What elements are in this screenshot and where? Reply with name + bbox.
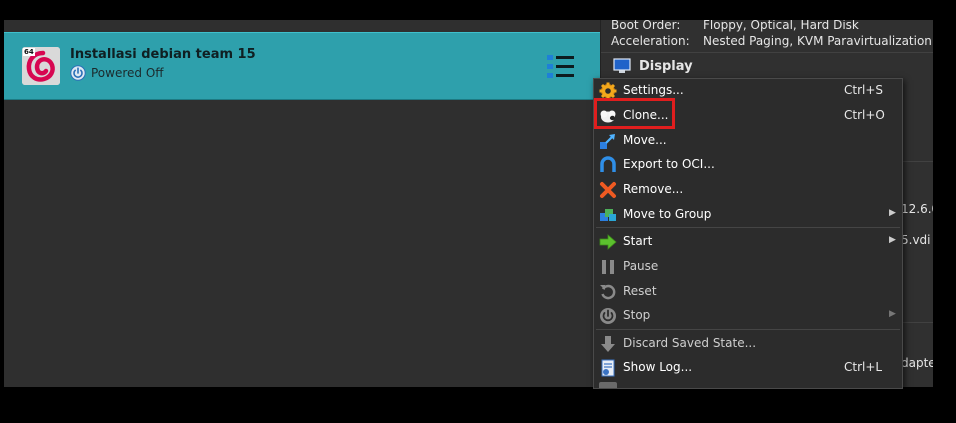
display-section-title[interactable]: Display: [639, 59, 693, 74]
menu-item-show-log[interactable]: Show Log... Ctrl+L: [594, 356, 902, 380]
submenu-arrow-icon: ▶: [889, 235, 896, 245]
pause-icon: [602, 260, 614, 274]
menu-item-label: Export to OCI...: [623, 157, 715, 171]
menu-item-label: Pause: [623, 259, 659, 273]
reset-icon: [600, 284, 616, 300]
menu-item-label: Move to Group: [623, 207, 712, 221]
vm-status-text: Powered Off: [91, 66, 164, 80]
menu-separator: [596, 329, 900, 330]
menu-item-shortcut: Ctrl+O: [844, 108, 885, 122]
menu-item-stop[interactable]: Stop ▶: [594, 304, 902, 328]
menu-item-reset[interactable]: Reset: [594, 280, 902, 304]
annotation-highlight-box: [594, 98, 675, 129]
menu-item-label: Reset: [623, 284, 657, 298]
submenu-arrow-icon: ▶: [889, 309, 896, 319]
acceleration-value: Nested Paging, KVM Paravirtualization: [703, 34, 932, 48]
vm-list-item[interactable]: 64 Installasi debian team 15 Powered Off: [4, 32, 600, 100]
partial-detail-text: dapte: [901, 356, 933, 370]
debian-os-icon: 64: [22, 47, 60, 85]
log-document-icon: [601, 359, 615, 377]
export-cloud-icon: [600, 156, 616, 172]
group-icon: [600, 209, 616, 221]
boot-order-label: Boot Order:: [611, 20, 681, 32]
partial-detail-text: 5.vdi: [901, 233, 931, 247]
vm-tools-menu-button[interactable]: [545, 53, 577, 81]
menu-item-shortcut: Ctrl+S: [844, 83, 884, 97]
menu-item-discard-saved-state[interactable]: Discard Saved State...: [594, 332, 902, 356]
vm-name: Installasi debian team 15: [70, 47, 256, 62]
menu-item-label: Stop: [623, 308, 651, 322]
menu-item-remove[interactable]: Remove...: [594, 178, 902, 202]
stop-power-icon: [600, 308, 616, 324]
menu-item-move[interactable]: Move...: [594, 129, 902, 153]
menu-item-export-oci[interactable]: Export to OCI...: [594, 153, 902, 177]
section-divider: [601, 52, 933, 53]
boot-order-value: Floppy, Optical, Hard Disk: [703, 20, 859, 32]
menu-item-label: Move...: [623, 133, 667, 147]
move-arrow-icon: [600, 134, 615, 149]
menu-item-label: Show Log...: [623, 360, 693, 374]
os-bitness-badge: 64: [23, 48, 35, 56]
menu-item-label: Remove...: [623, 182, 684, 196]
vm-list-pane: 64 Installasi debian team 15 Powered Off: [4, 20, 600, 387]
menu-item-shortcut: Ctrl+L: [844, 360, 883, 374]
submenu-arrow-icon: ▶: [889, 208, 896, 218]
start-arrow-icon: [599, 234, 617, 250]
menu-item-pause[interactable]: Pause: [594, 255, 902, 279]
truncated-menu-item-icon: [599, 382, 617, 388]
acceleration-label: Acceleration:: [611, 34, 690, 48]
menu-item-move-to-group[interactable]: Move to Group ▶: [594, 203, 902, 227]
menu-item-label: Discard Saved State...: [623, 336, 757, 350]
vm-status: Powered Off: [70, 65, 164, 81]
menu-item-label: Start: [623, 234, 653, 248]
power-off-icon: [70, 65, 86, 81]
menu-separator: [596, 227, 900, 228]
partial-detail-text: 12.6.0: [901, 202, 933, 216]
remove-x-icon: [600, 182, 616, 198]
list-menu-icon: [547, 55, 574, 78]
display-icon: [613, 58, 631, 74]
menu-item-label: Settings...: [623, 83, 684, 97]
menu-item-start[interactable]: Start ▶: [594, 230, 902, 254]
discard-arrow-icon: [601, 336, 615, 352]
